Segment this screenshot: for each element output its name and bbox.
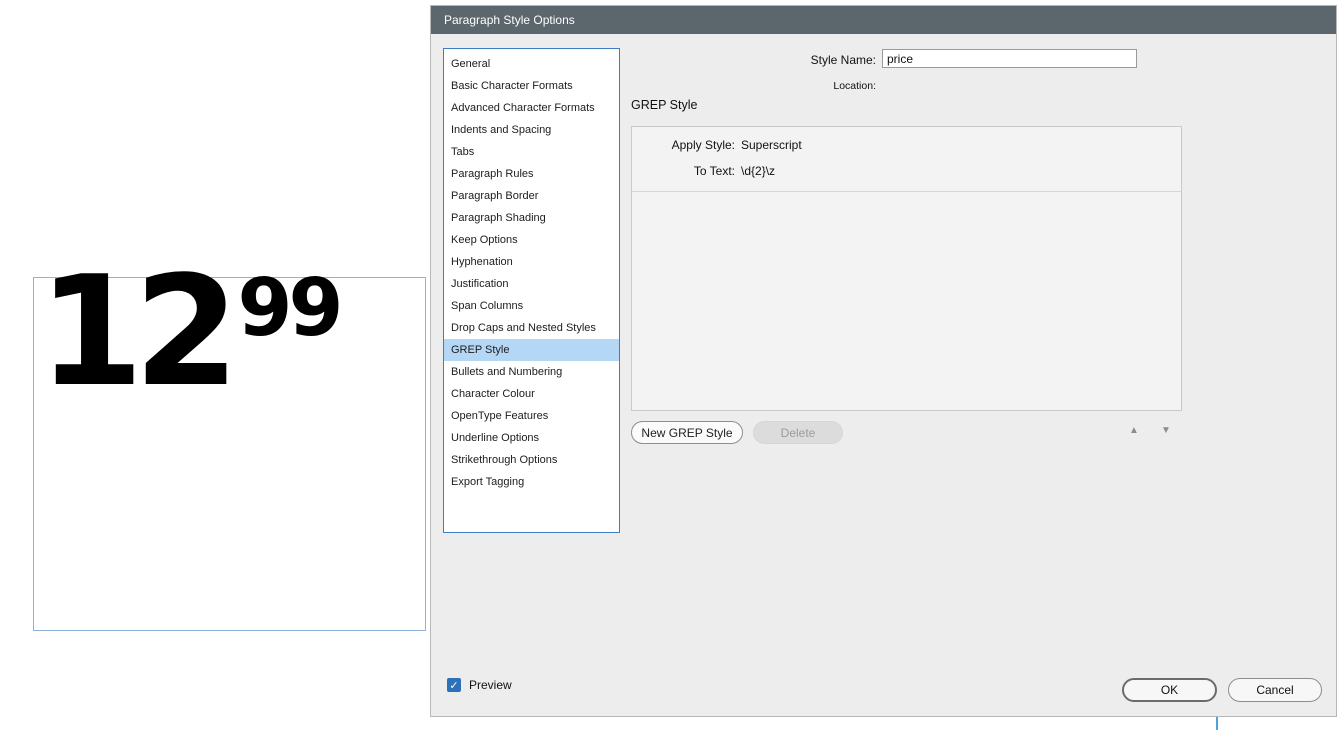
preview-checkbox[interactable]: ✓ (447, 678, 461, 692)
sidebar-item-grep-style[interactable]: GREP Style (444, 339, 619, 361)
sidebar-item-keep-options[interactable]: Keep Options (444, 229, 619, 251)
price-main-digits: 12 (38, 256, 230, 408)
apply-style-value[interactable]: Superscript (741, 137, 802, 153)
sidebar-item-tabs[interactable]: Tabs (444, 141, 619, 163)
text-frame[interactable]: 12 99 (33, 277, 426, 631)
preview-control: ✓ Preview (447, 678, 512, 692)
sidebar-item-export-tagging[interactable]: Export Tagging (444, 471, 619, 493)
sidebar-item-justification[interactable]: Justification (444, 273, 619, 295)
style-name-input[interactable] (882, 49, 1137, 68)
move-up-icon[interactable]: ▲ (1125, 423, 1143, 439)
dialog-title: Paragraph Style Options (444, 13, 575, 27)
to-text-value[interactable]: \d{2}\z (741, 163, 775, 179)
grep-style-section-title: GREP Style (631, 98, 697, 112)
sidebar-item-opentype-features[interactable]: OpenType Features (444, 405, 619, 427)
indesign-workspace: 12 99 Paragraph Style Options General Ba… (0, 0, 1342, 730)
apply-style-row: Apply Style: Superscript (632, 137, 1181, 153)
sidebar-item-basic-character-formats[interactable]: Basic Character Formats (444, 75, 619, 97)
sidebar-item-character-colour[interactable]: Character Colour (444, 383, 619, 405)
sidebar-item-indents-and-spacing[interactable]: Indents and Spacing (444, 119, 619, 141)
move-down-icon[interactable]: ▼ (1157, 423, 1175, 439)
sidebar-item-paragraph-rules[interactable]: Paragraph Rules (444, 163, 619, 185)
sidebar-item-paragraph-border[interactable]: Paragraph Border (444, 185, 619, 207)
dialog-titlebar[interactable]: Paragraph Style Options (431, 6, 1336, 34)
to-text-label: To Text: (632, 163, 735, 179)
paragraph-style-options-dialog: Paragraph Style Options General Basic Ch… (430, 5, 1337, 717)
page-guide-line (1216, 716, 1218, 730)
delete-button[interactable]: Delete (753, 421, 843, 444)
sidebar-item-strikethrough-options[interactable]: Strikethrough Options (444, 449, 619, 471)
price-superscript-digits: 99 (238, 269, 340, 348)
sidebar-item-span-columns[interactable]: Span Columns (444, 295, 619, 317)
price-text: 12 99 (38, 256, 339, 408)
grep-style-list[interactable]: Apply Style: Superscript To Text: \d{2}\… (631, 126, 1182, 411)
sidebar-item-paragraph-shading[interactable]: Paragraph Shading (444, 207, 619, 229)
ok-button[interactable]: OK (1122, 678, 1217, 702)
sidebar-item-underline-options[interactable]: Underline Options (444, 427, 619, 449)
location-label: Location: (726, 80, 876, 92)
dialog-body: General Basic Character Formats Advanced… (431, 34, 1336, 716)
sidebar-item-drop-caps-and-nested-styles[interactable]: Drop Caps and Nested Styles (444, 317, 619, 339)
new-grep-style-button[interactable]: New GREP Style (631, 421, 743, 444)
sidebar-item-general[interactable]: General (444, 53, 619, 75)
preview-label: Preview (469, 678, 512, 692)
sidebar-item-hyphenation[interactable]: Hyphenation (444, 251, 619, 273)
cancel-button[interactable]: Cancel (1228, 678, 1322, 702)
style-category-list: General Basic Character Formats Advanced… (443, 48, 620, 533)
style-name-label: Style Name: (726, 53, 876, 67)
grep-style-entry[interactable]: Apply Style: Superscript To Text: \d{2}\… (632, 127, 1181, 192)
to-text-row: To Text: \d{2}\z (632, 163, 1181, 179)
apply-style-label: Apply Style: (632, 137, 735, 153)
sidebar-item-bullets-and-numbering[interactable]: Bullets and Numbering (444, 361, 619, 383)
sidebar-item-advanced-character-formats[interactable]: Advanced Character Formats (444, 97, 619, 119)
